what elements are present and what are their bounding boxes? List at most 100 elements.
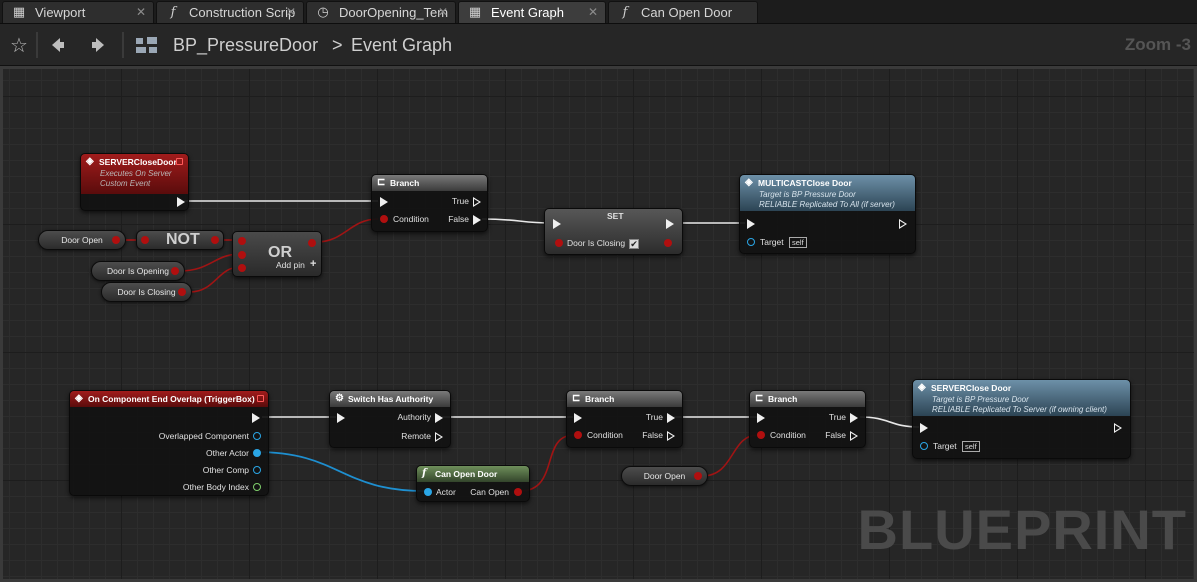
exec-authority-pin[interactable]: [435, 413, 443, 423]
can-open-output-pin[interactable]: [514, 488, 522, 496]
set-door-is-closing-node[interactable]: SET Door Is Closing ✔: [544, 208, 683, 255]
bool-output-pin[interactable]: [171, 267, 179, 275]
tab-label: Can Open Door: [641, 5, 733, 20]
actor-input-pin[interactable]: [424, 488, 432, 496]
event-graph-icon: [134, 33, 160, 57]
breadcrumb-graph[interactable]: Event Graph: [351, 35, 452, 56]
exec-output-pin[interactable]: [177, 197, 185, 207]
close-icon[interactable]: ✕: [438, 5, 448, 19]
back-arrow-icon[interactable]: [44, 33, 70, 57]
branch-node-mid[interactable]: ⊏ Branch True Condition False: [566, 390, 683, 448]
switch-icon: ⚙: [335, 393, 344, 404]
exec-output-pin[interactable]: [1114, 423, 1122, 433]
pin-label: Other Actor: [206, 448, 249, 458]
zoom-level: Zoom -3: [1124, 35, 1191, 54]
close-icon[interactable]: ✕: [136, 5, 146, 19]
bool-output-pin[interactable]: [664, 239, 672, 247]
variable-label: Door Open: [61, 235, 103, 245]
other-body-index-pin[interactable]: [253, 483, 261, 491]
exec-input-pin[interactable]: [380, 197, 388, 207]
bool-input-pin[interactable]: [238, 237, 246, 245]
bool-input-pin[interactable]: [555, 239, 563, 247]
variable-label: Door Is Closing: [567, 238, 626, 248]
function-icon: f: [422, 468, 427, 479]
close-icon[interactable]: ✕: [286, 5, 296, 19]
event-diamond-icon: ◈: [918, 382, 926, 393]
bool-output-pin[interactable]: [178, 288, 186, 296]
bool-input-pin[interactable]: [141, 236, 149, 244]
condition-pin[interactable]: [757, 431, 765, 439]
condition-pin[interactable]: [574, 431, 582, 439]
door-open-getter-node[interactable]: Door Open: [621, 466, 708, 486]
door-is-opening-getter-node[interactable]: Door Is Opening: [91, 261, 185, 281]
bool-output-pin[interactable]: [211, 236, 219, 244]
node-subtitle: Executes On Server: [100, 169, 172, 178]
event-diamond-icon: ◈: [745, 177, 753, 188]
tab-can-open-door[interactable]: f Can Open Door: [608, 1, 758, 23]
tab-event-graph[interactable]: ▦ Event Graph ✕: [458, 1, 606, 23]
condition-pin[interactable]: [380, 215, 388, 223]
exec-input-pin[interactable]: [747, 219, 755, 229]
tab-viewport[interactable]: ▦ Viewport ✕: [2, 1, 154, 23]
checked-checkbox-icon[interactable]: ✔: [629, 239, 639, 249]
close-icon[interactable]: ✕: [588, 5, 598, 19]
bool-output-pin[interactable]: [112, 236, 120, 244]
exec-true-pin[interactable]: [667, 413, 675, 423]
breadcrumb-blueprint[interactable]: BP_PressureDoor: [173, 35, 318, 56]
exec-input-pin[interactable]: [757, 413, 765, 423]
object-wire: [255, 451, 426, 492]
exec-false-pin[interactable]: [473, 215, 481, 225]
event-graph-canvas[interactable]: ◈ SERVERCloseDoor Executes On Server Cus…: [0, 66, 1197, 582]
exec-input-pin[interactable]: [920, 423, 928, 433]
server-close-door-call-node[interactable]: ◈ SERVERClose Door Target is BP Pressure…: [912, 379, 1131, 459]
delegate-pin[interactable]: [176, 158, 183, 165]
exec-output-pin[interactable]: [899, 219, 907, 229]
true-label: True: [645, 412, 663, 422]
add-pin-button[interactable]: Add pin: [276, 260, 305, 270]
exec-true-pin[interactable]: [850, 413, 858, 423]
other-actor-pin[interactable]: [253, 449, 261, 457]
or-node[interactable]: OR Add pin +: [232, 231, 322, 277]
exec-remote-pin[interactable]: [435, 432, 443, 442]
exec-true-pin[interactable]: [473, 197, 481, 207]
node-subtitle: Custom Event: [100, 179, 151, 188]
switch-has-authority-node[interactable]: ⚙ Switch Has Authority Authority Remote: [329, 390, 451, 448]
tab-construction-script[interactable]: f Construction Scrip ✕: [156, 1, 304, 23]
forward-arrow-icon[interactable]: [86, 33, 112, 57]
can-open-label: Can Open: [470, 487, 509, 497]
exec-input-pin[interactable]: [553, 219, 561, 229]
door-is-closing-getter-node[interactable]: Door Is Closing: [101, 282, 192, 302]
exec-false-pin[interactable]: [667, 431, 675, 441]
node-title: On Component End Overlap (TriggerBox): [88, 394, 255, 404]
exec-output-pin[interactable]: [666, 219, 674, 229]
branch-node-top[interactable]: ⊏ Branch True Condition False: [371, 174, 488, 232]
favorite-star-icon[interactable]: ☆: [6, 33, 32, 57]
exec-input-pin[interactable]: [574, 413, 582, 423]
exec-output-pin[interactable]: [252, 413, 260, 423]
not-node[interactable]: NOT: [136, 230, 224, 250]
door-open-getter-node[interactable]: Door Open: [38, 230, 126, 250]
false-label: False: [825, 430, 846, 440]
server-close-door-event-node[interactable]: ◈ SERVERCloseDoor Executes On Server Cus…: [80, 153, 189, 211]
multicast-close-door-node[interactable]: ◈ MULTICASTClose Door Target is BP Press…: [739, 174, 916, 254]
event-diamond-icon: ◈: [75, 393, 83, 404]
other-comp-pin[interactable]: [253, 466, 261, 474]
bool-input-pin[interactable]: [238, 264, 246, 272]
target-pin[interactable]: [920, 442, 928, 450]
bool-output-pin[interactable]: [308, 239, 316, 247]
tab-door-opening-timeline[interactable]: ◷ DoorOpening_Tem ✕: [306, 1, 456, 23]
function-icon: f: [170, 5, 176, 20]
delegate-pin[interactable]: [257, 395, 264, 402]
can-open-door-function-node[interactable]: f Can Open Door Actor Can Open: [416, 465, 530, 502]
condition-label: Condition: [393, 214, 429, 224]
branch-node-right[interactable]: ⊏ Branch True Condition False: [749, 390, 866, 448]
overlapped-component-pin[interactable]: [253, 432, 261, 440]
plus-icon[interactable]: +: [310, 258, 316, 270]
on-component-end-overlap-node[interactable]: ◈ On Component End Overlap (TriggerBox) …: [69, 390, 269, 496]
node-title: SERVERClose Door: [931, 383, 1012, 393]
bool-input-pin[interactable]: [238, 251, 246, 259]
exec-false-pin[interactable]: [850, 431, 858, 441]
target-pin[interactable]: [747, 238, 755, 246]
bool-output-pin[interactable]: [694, 472, 702, 480]
exec-input-pin[interactable]: [337, 413, 345, 423]
